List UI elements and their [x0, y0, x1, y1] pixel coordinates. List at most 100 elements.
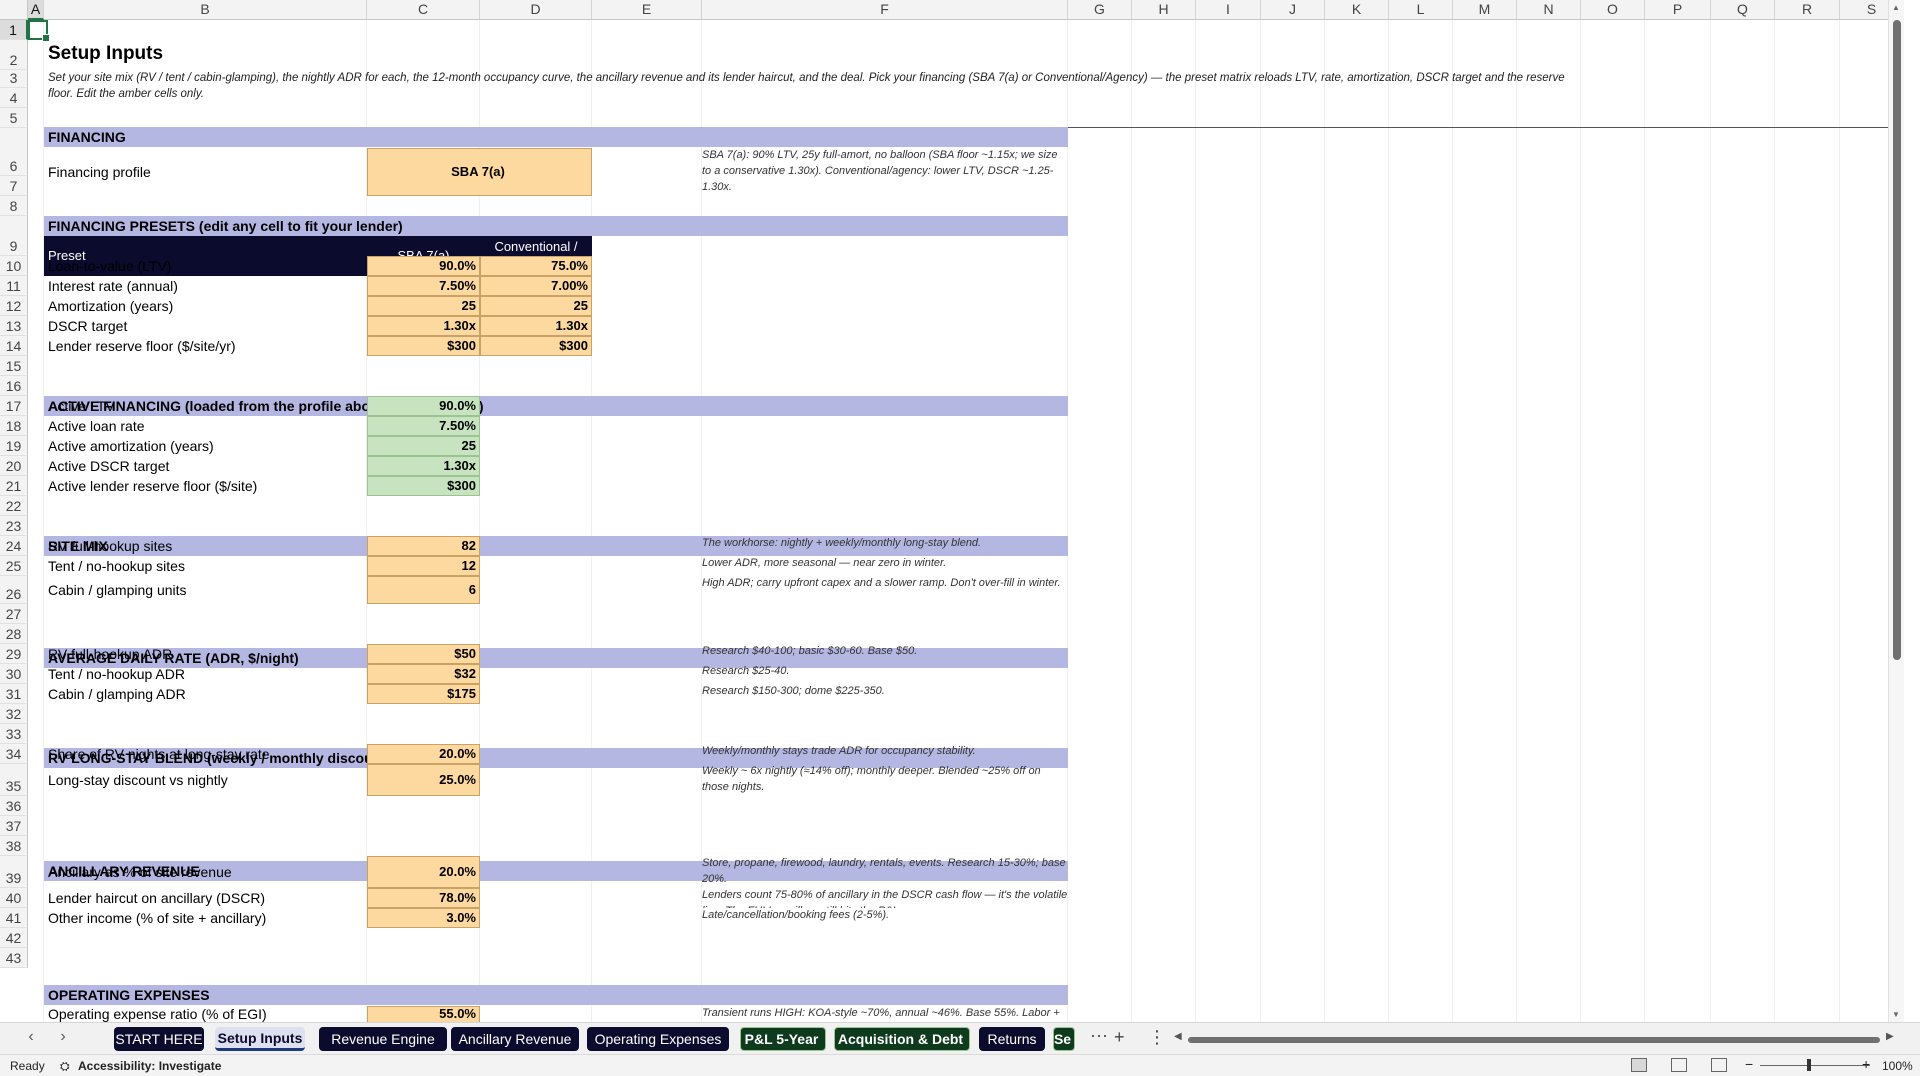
zoom-in-button[interactable]: + [1862, 1056, 1870, 1072]
preset-conventional-input-4[interactable]: $300 [480, 336, 592, 356]
column-header-B[interactable]: B [44, 0, 367, 20]
adr-input-2[interactable]: $175 [367, 684, 480, 704]
row-header-15[interactable]: 15 [0, 356, 28, 376]
active-cell-A1[interactable] [28, 20, 50, 42]
page-break-view-icon[interactable] [1711, 1058, 1727, 1072]
preset-sba-input-1[interactable]: 7.50% [367, 276, 480, 296]
column-header-Q[interactable]: Q [1711, 0, 1775, 20]
row-header-6[interactable]: 6 [0, 128, 28, 176]
scroll-right-arrow[interactable]: ▶ [1886, 1031, 1894, 1042]
longstay-input-0[interactable]: 20.0% [367, 744, 480, 764]
row-header-18[interactable]: 18 [0, 416, 28, 436]
row-header-20[interactable]: 20 [0, 456, 28, 476]
select-all-corner[interactable] [0, 0, 28, 20]
zoom-slider[interactable] [1760, 1065, 1870, 1066]
scroll-left-arrow[interactable]: ◀ [1174, 1031, 1182, 1042]
column-header-O[interactable]: O [1581, 0, 1645, 20]
row-header-4[interactable]: 4 [0, 88, 28, 108]
column-header-A[interactable]: A [28, 0, 44, 20]
ancillary-input-1[interactable]: 78.0% [367, 888, 480, 908]
row-header-38[interactable]: 38 [0, 836, 28, 856]
row-header-42[interactable]: 42 [0, 928, 28, 948]
prev-sheet-icon[interactable]: ‹ [20, 1028, 42, 1046]
row-header-43[interactable]: 43 [0, 948, 28, 968]
longstay-input-1[interactable]: 25.0% [367, 764, 480, 796]
row-header-40[interactable]: 40 [0, 888, 28, 908]
row-header-23[interactable]: 23 [0, 516, 28, 536]
ancillary-input-0[interactable]: 20.0% [367, 856, 480, 888]
sitemix-input-1[interactable]: 12 [367, 556, 480, 576]
zoom-slider-knob[interactable] [1807, 1059, 1811, 1071]
column-header-M[interactable]: M [1453, 0, 1517, 20]
row-header-3[interactable]: 3 [0, 70, 28, 88]
column-header-D[interactable]: D [480, 0, 592, 20]
row-header-19[interactable]: 19 [0, 436, 28, 456]
column-header-I[interactable]: I [1196, 0, 1261, 20]
sheet-options-icon[interactable]: ⋮ [1148, 1027, 1166, 1048]
row-header-32[interactable]: 32 [0, 704, 28, 724]
adr-input-1[interactable]: $32 [367, 664, 480, 684]
sheet-tab-0[interactable]: START HERE [114, 1027, 204, 1051]
row-header-34[interactable]: 34 [0, 744, 28, 764]
column-header-P[interactable]: P [1645, 0, 1711, 20]
row-header-2[interactable]: 2 [0, 40, 28, 70]
column-header-R[interactable]: R [1775, 0, 1840, 20]
row-header-8[interactable]: 8 [0, 196, 28, 216]
row-header-33[interactable]: 33 [0, 724, 28, 744]
column-header-G[interactable]: G [1068, 0, 1132, 20]
row-header-26[interactable]: 26 [0, 576, 28, 604]
column-header-N[interactable]: N [1517, 0, 1581, 20]
page-layout-view-icon[interactable] [1671, 1058, 1687, 1072]
vertical-scroll-thumb[interactable] [1893, 20, 1901, 660]
row-header-21[interactable]: 21 [0, 476, 28, 496]
preset-conventional-input-1[interactable]: 7.00% [480, 276, 592, 296]
vertical-scrollbar[interactable]: ▲ ▼ [1888, 0, 1904, 1022]
preset-conventional-input-0[interactable]: 75.0% [480, 256, 592, 276]
zoom-out-button[interactable]: − [1745, 1056, 1753, 1072]
row-header-36[interactable]: 36 [0, 796, 28, 816]
preset-conventional-input-2[interactable]: 25 [480, 296, 592, 316]
spreadsheet-grid[interactable]: ABCDEFGHIJKLMNOPQRS 1 2 3 4 5 6 7 8 9 10 11 12 13 14 1… [0, 0, 1904, 1022]
row-header-31[interactable]: 31 [0, 684, 28, 704]
preset-conventional-input-3[interactable]: 1.30x [480, 316, 592, 336]
row-header-28[interactable]: 28 [0, 624, 28, 644]
scroll-up-arrow[interactable]: ▲ [1892, 3, 1900, 12]
sitemix-input-2[interactable]: 6 [367, 576, 480, 604]
sheet-tab-1[interactable]: Setup Inputs [215, 1027, 305, 1051]
column-header-H[interactable]: H [1132, 0, 1196, 20]
normal-view-icon[interactable] [1631, 1058, 1647, 1072]
row-header-25[interactable]: 25 [0, 556, 28, 576]
row-header-39[interactable]: 39 [0, 856, 28, 888]
more-sheets-icon[interactable]: ··· [1090, 1025, 1108, 1046]
row-header-27[interactable]: 27 [0, 604, 28, 624]
row-header-11[interactable]: 11 [0, 276, 28, 296]
row-header-22[interactable]: 22 [0, 496, 28, 516]
sheet-tab-7[interactable]: Returns [979, 1027, 1045, 1051]
adr-input-0[interactable]: $50 [367, 644, 480, 664]
zoom-level[interactable]: 100% [1882, 1059, 1913, 1073]
row-header-24[interactable]: 24 [0, 536, 28, 556]
column-header-E[interactable]: E [592, 0, 702, 20]
column-header-C[interactable]: C [367, 0, 480, 20]
financing-profile-select[interactable]: SBA 7(a) [367, 148, 592, 196]
row-header-10[interactable]: 10 [0, 256, 28, 276]
next-sheet-icon[interactable]: › [52, 1028, 74, 1046]
column-header-F[interactable]: F [702, 0, 1068, 20]
sheet-tab-4[interactable]: Operating Expenses [587, 1027, 729, 1051]
row-header-12[interactable]: 12 [0, 296, 28, 316]
row-header-13[interactable]: 13 [0, 316, 28, 336]
sheet-tab-3[interactable]: Ancillary Revenue [451, 1027, 579, 1051]
row-header-30[interactable]: 30 [0, 664, 28, 684]
add-sheet-icon[interactable]: + [1114, 1027, 1125, 1048]
sheet-tab-8[interactable]: Se [1053, 1027, 1075, 1051]
horizontal-scroll-thumb[interactable] [1188, 1037, 1880, 1043]
row-header-41[interactable]: 41 [0, 908, 28, 928]
sitemix-input-0[interactable]: 82 [367, 536, 480, 556]
column-header-L[interactable]: L [1389, 0, 1453, 20]
row-header-37[interactable]: 37 [0, 816, 28, 836]
row-header-17[interactable]: 17 [0, 396, 28, 416]
sheet-tab-2[interactable]: Revenue Engine [319, 1027, 447, 1051]
row-header-9[interactable]: 9 [0, 216, 28, 256]
sheet-tab-5[interactable]: P&L 5-Year [740, 1027, 826, 1051]
scroll-down-arrow[interactable]: ▼ [1892, 1010, 1900, 1019]
